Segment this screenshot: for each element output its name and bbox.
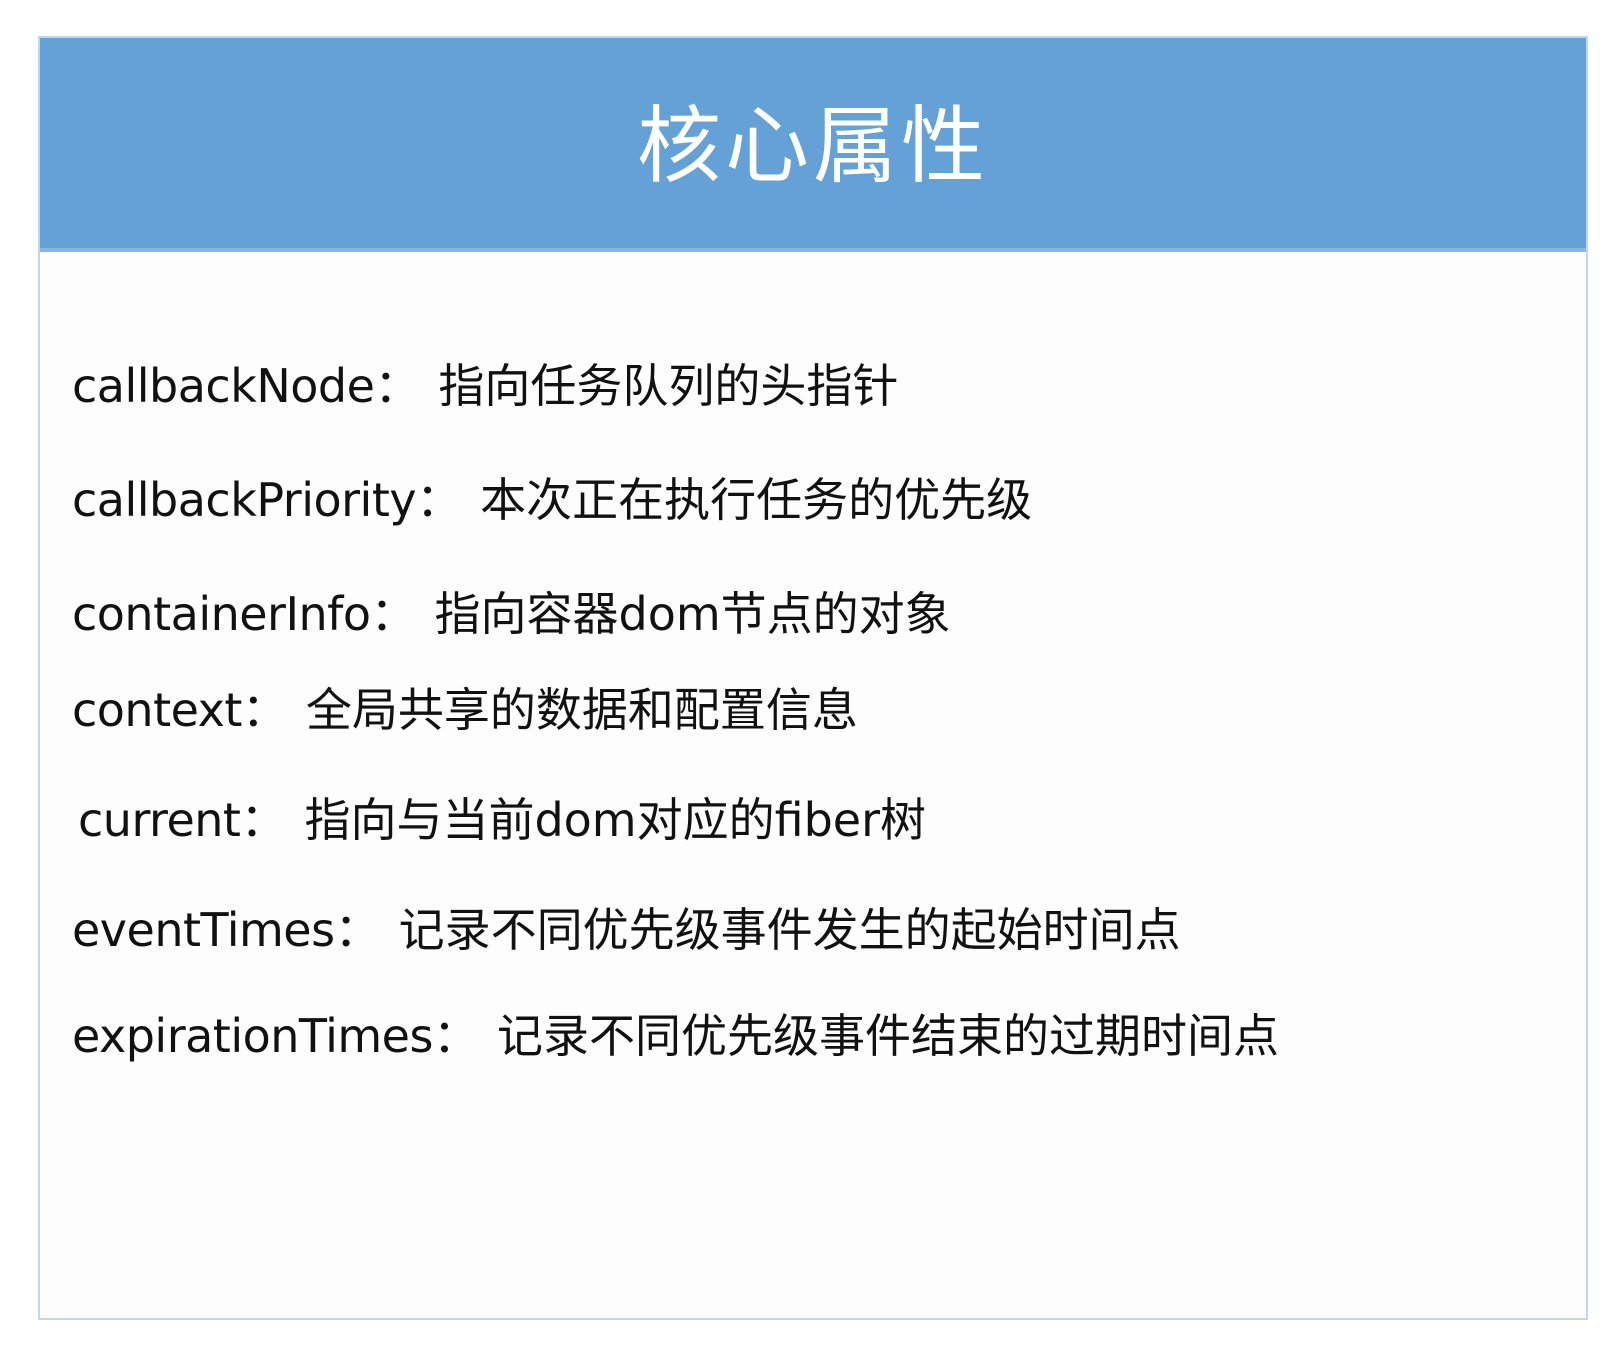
property-row: current： 指向与当前dom对应的fiber树 bbox=[78, 792, 926, 848]
property-name: containerInfo bbox=[72, 587, 371, 641]
property-description: 指向与当前dom对应的fiber树 bbox=[304, 793, 926, 847]
property-separator: ： bbox=[416, 473, 463, 527]
property-description: 指向容器dom节点的对象 bbox=[434, 587, 951, 641]
property-separator: ： bbox=[432, 1009, 479, 1063]
property-name: eventTimes bbox=[72, 903, 335, 957]
property-description: 记录不同优先级事件发生的起始时间点 bbox=[398, 903, 1181, 957]
property-description: 记录不同优先级事件结束的过期时间点 bbox=[496, 1009, 1279, 1063]
property-separator: ： bbox=[241, 683, 288, 737]
property-description: 指向任务队列的头指针 bbox=[438, 359, 899, 413]
property-separator: ： bbox=[334, 903, 381, 957]
property-row: context： 全局共享的数据和配置信息 bbox=[72, 682, 858, 738]
property-name: expirationTimes bbox=[72, 1009, 433, 1063]
property-row: containerInfo： 指向容器dom节点的对象 bbox=[72, 586, 951, 642]
properties-list: callbackNode： 指向任务队列的头指针 callbackPriority… bbox=[40, 252, 1586, 1320]
property-name: callbackPriority bbox=[72, 473, 417, 527]
property-name: current bbox=[78, 793, 241, 847]
property-description: 全局共享的数据和配置信息 bbox=[305, 683, 858, 737]
property-separator: ： bbox=[370, 587, 417, 641]
property-separator: ： bbox=[374, 359, 421, 413]
property-name: context bbox=[72, 683, 242, 737]
properties-card: 核心属性 callbackNode： 指向任务队列的头指针 callbackPri… bbox=[38, 36, 1588, 1320]
property-row: callbackNode： 指向任务队列的头指针 bbox=[72, 358, 898, 414]
property-separator: ： bbox=[240, 793, 287, 847]
card-title: 核心属性 bbox=[636, 96, 989, 195]
property-row: callbackPriority： 本次正在执行任务的优先级 bbox=[72, 472, 1032, 528]
property-row: expirationTimes： 记录不同优先级事件结束的过期时间点 bbox=[72, 1008, 1279, 1064]
property-name: callbackNode bbox=[72, 359, 375, 413]
property-description: 本次正在执行任务的优先级 bbox=[480, 473, 1033, 527]
card-header: 核心属性 bbox=[40, 38, 1586, 252]
property-row: eventTimes： 记录不同优先级事件发生的起始时间点 bbox=[72, 902, 1181, 958]
